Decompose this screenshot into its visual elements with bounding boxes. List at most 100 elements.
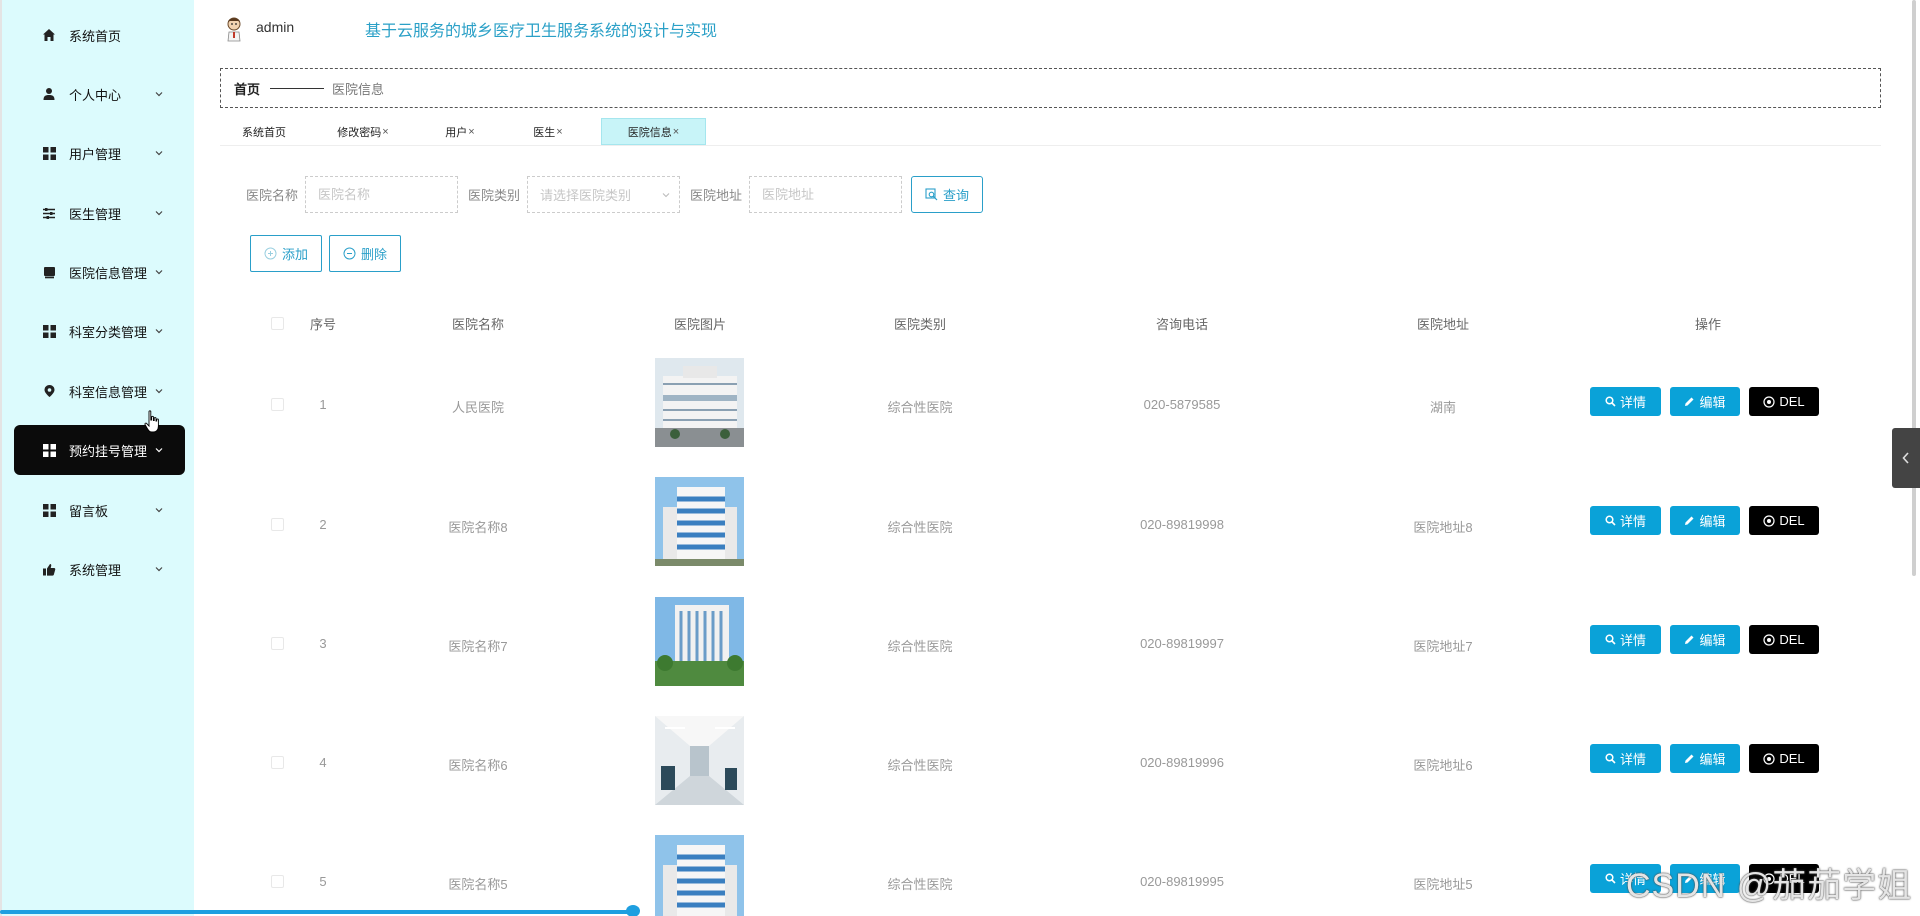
sidebar-item-label: 个人中心 bbox=[69, 87, 122, 103]
sidebar-item-label: 预约挂号管理 bbox=[69, 443, 148, 459]
tab-label: 用户 bbox=[445, 126, 468, 139]
search-icon bbox=[1605, 634, 1616, 645]
delete-button[interactable]: 删除 bbox=[329, 235, 401, 272]
edit-button[interactable]: 编辑 bbox=[1670, 625, 1740, 654]
plus-circle-icon bbox=[264, 247, 277, 260]
book-icon bbox=[41, 264, 57, 280]
pencil-icon bbox=[1685, 754, 1694, 763]
chevron-down-icon bbox=[662, 193, 670, 198]
hospital-name: 医院名称7 bbox=[448, 639, 508, 654]
hospital-phone: 020-5879585 bbox=[1143, 397, 1221, 412]
collapse-panel-handle[interactable] bbox=[1892, 428, 1920, 488]
query-label: 查询 bbox=[942, 188, 969, 203]
home-icon bbox=[41, 27, 57, 43]
close-icon[interactable]: × bbox=[673, 126, 679, 138]
sidebar-item-users[interactable]: 用户管理 bbox=[14, 128, 185, 178]
hospital-type-placeholder: 请选择医院类别 bbox=[540, 188, 632, 203]
username[interactable]: admin bbox=[256, 19, 294, 35]
hospital-address-field[interactable] bbox=[749, 176, 902, 213]
hospital-image[interactable] bbox=[655, 477, 744, 566]
add-label: 添加 bbox=[281, 247, 308, 262]
tab-hospital-info[interactable]: 医院信息 × bbox=[601, 118, 706, 145]
detail-button[interactable]: 详情 bbox=[1590, 506, 1661, 535]
hospital-address: 湖南 bbox=[1429, 400, 1457, 415]
sidebar-item-doctors[interactable]: 医生管理 bbox=[14, 188, 185, 238]
hand-cursor-icon bbox=[144, 410, 159, 433]
tab-label: 修改密码 bbox=[337, 126, 382, 139]
row-checkbox[interactable] bbox=[271, 398, 284, 411]
sidebar-item-dept-category[interactable]: 科室分类管理 bbox=[14, 306, 185, 356]
del-button[interactable]: DEL bbox=[1749, 744, 1819, 773]
column-header-index: 序号 bbox=[309, 317, 337, 332]
tab-users[interactable]: 用户 × bbox=[440, 118, 480, 145]
sidebar-item-messages[interactable]: 留言板 bbox=[14, 485, 185, 535]
del-button[interactable]: DEL bbox=[1749, 625, 1819, 654]
column-header-image: 医院图片 bbox=[673, 317, 727, 332]
hospital-image[interactable] bbox=[655, 358, 744, 447]
select-all-checkbox[interactable] bbox=[271, 317, 284, 330]
grid-icon bbox=[41, 502, 57, 518]
breadcrumb-separator bbox=[270, 87, 325, 89]
hospital-address-input[interactable] bbox=[762, 187, 901, 202]
row-checkbox[interactable] bbox=[271, 875, 284, 888]
sidebar-item-label: 用户管理 bbox=[69, 146, 122, 162]
hospital-phone: 020-89819996 bbox=[1140, 755, 1224, 770]
sidebar-item-label: 医院信息管理 bbox=[69, 265, 148, 281]
row-checkbox[interactable] bbox=[271, 637, 284, 650]
del-button[interactable]: DEL bbox=[1749, 506, 1819, 535]
detail-button[interactable]: 详情 bbox=[1590, 625, 1661, 654]
row-checkbox[interactable] bbox=[271, 518, 284, 531]
scroll-thumb[interactable] bbox=[626, 905, 640, 916]
sidebar-item-home[interactable]: 系统首页 bbox=[14, 10, 185, 60]
close-icon[interactable]: × bbox=[468, 126, 474, 138]
sidebar-item-label: 系统首页 bbox=[69, 28, 122, 44]
row-checkbox[interactable] bbox=[271, 756, 284, 769]
tab-label: 医院信息 bbox=[627, 126, 672, 139]
del-label: DEL bbox=[1779, 513, 1805, 528]
detail-label: 详情 bbox=[1619, 633, 1646, 648]
hospital-image[interactable] bbox=[655, 716, 744, 805]
avatar[interactable] bbox=[224, 16, 244, 42]
edit-label: 编辑 bbox=[1699, 395, 1726, 410]
tab-home[interactable]: 系统首页 bbox=[234, 118, 294, 145]
horizontal-scrollbar[interactable] bbox=[0, 910, 634, 914]
hospital-image[interactable] bbox=[655, 597, 744, 686]
column-header-address: 医院地址 bbox=[1416, 317, 1470, 332]
tab-change-password[interactable]: 修改密码 × bbox=[332, 118, 394, 145]
edit-button[interactable]: 编辑 bbox=[1670, 387, 1740, 416]
close-icon[interactable]: × bbox=[382, 126, 388, 138]
hospital-name-field[interactable] bbox=[305, 176, 458, 213]
sidebar-item-dept-info[interactable]: 科室信息管理 bbox=[14, 366, 185, 416]
hospital-image[interactable] bbox=[655, 835, 744, 916]
sidebar-item-system[interactable]: 系统管理 bbox=[14, 544, 185, 594]
stop-circle-icon bbox=[1763, 514, 1775, 527]
detail-button[interactable]: 详情 bbox=[1590, 744, 1661, 773]
hospital-name-input[interactable] bbox=[318, 187, 457, 202]
del-button[interactable]: DEL bbox=[1749, 387, 1819, 416]
del-label: DEL bbox=[1779, 751, 1805, 766]
detail-button[interactable]: 详情 bbox=[1590, 387, 1661, 416]
tab-label: 医生 bbox=[533, 126, 556, 139]
hospital-type-select[interactable]: 请选择医院类别 bbox=[527, 176, 680, 213]
sidebar-item-label: 系统管理 bbox=[69, 562, 122, 578]
breadcrumb-home[interactable]: 首页 bbox=[234, 79, 260, 98]
query-button[interactable]: 查询 bbox=[911, 176, 983, 213]
column-header-name: 医院名称 bbox=[451, 317, 505, 332]
sidebar-item-hospital-info[interactable]: 医院信息管理 bbox=[14, 247, 185, 297]
hospital-address: 医院地址8 bbox=[1413, 520, 1473, 535]
chevron-down-icon bbox=[155, 151, 163, 156]
edit-button[interactable]: 编辑 bbox=[1670, 506, 1740, 535]
hospital-type: 综合性医院 bbox=[887, 520, 953, 535]
vertical-scrollbar[interactable] bbox=[1912, 0, 1916, 576]
edit-button[interactable]: 编辑 bbox=[1670, 744, 1740, 773]
pencil-icon bbox=[1685, 397, 1694, 406]
stop-circle-icon bbox=[1763, 752, 1775, 765]
chevron-down-icon bbox=[155, 508, 163, 513]
sidebar-item-profile[interactable]: 个人中心 bbox=[14, 69, 185, 119]
add-button[interactable]: 添加 bbox=[250, 235, 322, 272]
close-icon[interactable]: × bbox=[556, 126, 562, 138]
tab-doctors[interactable]: 医生 × bbox=[528, 118, 568, 145]
sidebar-item-label: 科室分类管理 bbox=[69, 324, 148, 340]
hospital-type-label: 医院类别 bbox=[468, 188, 521, 203]
edit-label: 编辑 bbox=[1699, 514, 1726, 529]
